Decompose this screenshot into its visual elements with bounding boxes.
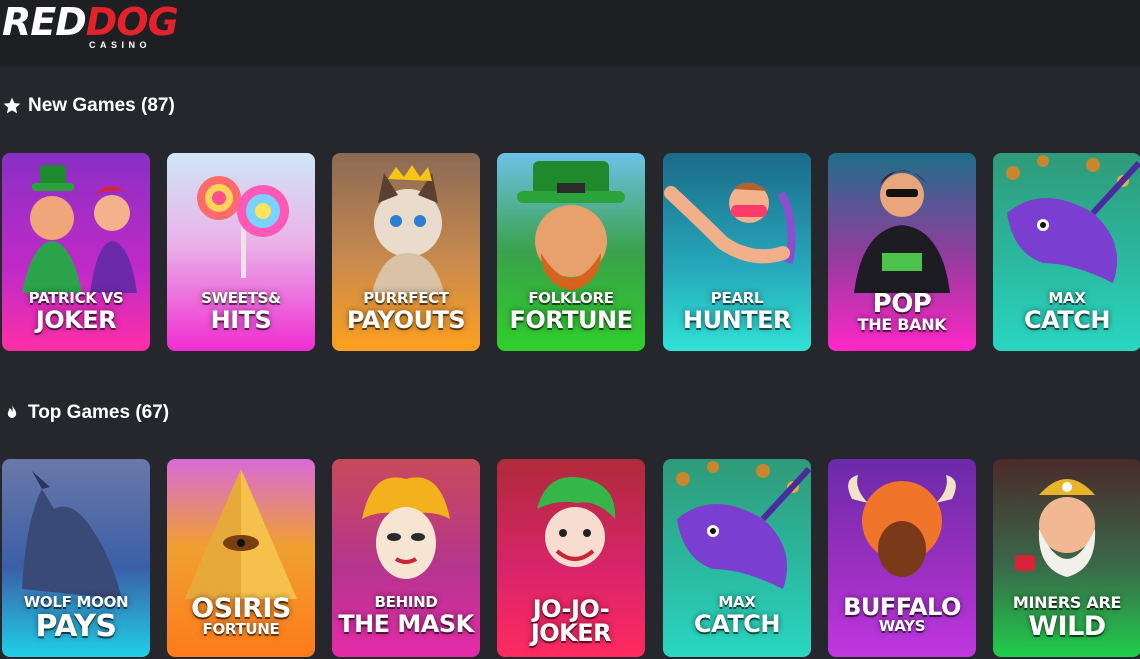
game-title-line1: PURRFECT	[363, 289, 449, 307]
logo-casino-text: CASINO	[86, 40, 155, 50]
game-card-folklore-fortune[interactable]: FOLKLORE FORTUNE	[497, 153, 645, 351]
game-title: MAX CATCH	[667, 593, 807, 638]
game-title-line1: WOLF MOON	[23, 593, 129, 611]
top-bar: REDDOG CASINO	[0, 0, 1140, 66]
game-title-line2: THE MASK	[338, 610, 474, 638]
game-title-line1: MAX	[1048, 289, 1086, 307]
game-title-line2: WAYS	[878, 617, 926, 635]
game-title: PURRFECT PAYOUTS	[336, 289, 476, 334]
top-games-heading[interactable]: Top Games (67)	[2, 400, 169, 426]
game-card-osiris-fortune[interactable]: OSIRIS FORTUNE	[167, 459, 315, 657]
reddog-logo[interactable]: REDDOG CASINO	[0, 2, 180, 50]
game-title: PATRICK VS JOKER	[6, 289, 146, 334]
game-card-jo-jo-joker[interactable]: JO-JO-JOKER	[497, 459, 645, 657]
game-card-patrick-vs-joker[interactable]: PATRICK VS JOKER	[2, 153, 150, 351]
logo-red-text: RED	[2, 0, 87, 44]
game-title: POP THE BANK	[832, 291, 972, 333]
new-games-heading[interactable]: New Games (87)	[2, 93, 175, 119]
game-title-line2: HUNTER	[683, 306, 791, 334]
game-title-line1: SWEETS&	[201, 289, 281, 307]
game-title-line1: POP	[872, 289, 932, 319]
game-title-line2: HITS	[210, 306, 272, 334]
game-title-line1: PATRICK VS	[28, 289, 124, 307]
game-title: FOLKLORE FORTUNE	[501, 289, 641, 334]
game-card-sweets-hits[interactable]: SWEETS& HITS	[167, 153, 315, 351]
game-title-line2: CATCH	[1024, 306, 1110, 334]
game-card-pearl-hunter[interactable]: PEARL HUNTER	[663, 153, 811, 351]
game-title-line1: FOLKLORE	[528, 289, 614, 307]
game-title-line2: JO-JO-JOKER	[530, 595, 612, 647]
game-title-line2: WILD	[1028, 611, 1106, 642]
game-title: BUFFALO WAYS	[832, 595, 972, 634]
game-title-line2: FORTUNE	[202, 620, 280, 638]
top-games-title: Top Games (67)	[28, 402, 170, 423]
game-title: OSIRIS FORTUNE	[171, 595, 311, 637]
game-title-line2: PAYS	[35, 609, 117, 644]
new-games-row: PATRICK VS JOKER SWEETS& HITS PURRFECT PAYO…	[0, 153, 1140, 353]
game-title-line1: MAX	[718, 593, 756, 611]
star-icon	[3, 97, 21, 114]
game-title: MAX CATCH	[997, 289, 1137, 334]
fire-icon	[7, 404, 17, 418]
logo-wordmark: REDDOG	[2, 0, 179, 44]
game-card-max-catch-top[interactable]: MAX CATCH	[663, 459, 811, 657]
game-title-line2: PAYOUTS	[346, 306, 466, 334]
game-card-purrfect-payouts[interactable]: PURRFECT PAYOUTS	[332, 153, 480, 351]
game-card-miners-are-wild[interactable]: MINERS ARE WILD	[993, 459, 1140, 657]
game-title-line1: OSIRIS	[191, 593, 291, 624]
new-games-title: New Games (87)	[28, 95, 175, 116]
game-title: BEHIND THE MASK	[336, 593, 476, 638]
game-title-line1: BEHIND	[374, 593, 438, 611]
game-title: JO-JO-JOKER	[501, 595, 641, 645]
game-title: SWEETS& HITS	[171, 289, 311, 334]
game-title: WOLF MOON PAYS	[6, 595, 146, 642]
game-card-max-catch[interactable]: MAX CATCH	[993, 153, 1140, 351]
game-title: PEARL HUNTER	[667, 289, 807, 334]
game-card-pop-the-bank[interactable]: POP THE BANK	[828, 153, 976, 351]
logo-dog-text: DOG	[85, 0, 179, 44]
game-title-line1: MINERS ARE	[1012, 593, 1122, 612]
top-games-row: WOLF MOON PAYS OSIRIS FORTUNE BEHIND THE MA…	[0, 459, 1140, 659]
game-card-behind-the-mask[interactable]: BEHIND THE MASK	[332, 459, 480, 657]
game-title-line2: JOKER	[35, 306, 117, 334]
game-title: MINERS ARE WILD	[997, 593, 1137, 642]
game-title-line1: PEARL	[710, 289, 764, 307]
game-card-wolf-moon-pays[interactable]: WOLF MOON PAYS	[2, 459, 150, 657]
game-title-line2: THE BANK	[857, 315, 947, 334]
game-title-line2: CATCH	[694, 610, 780, 638]
game-title-line2: FORTUNE	[509, 306, 633, 334]
game-card-buffalo-ways[interactable]: BUFFALO WAYS	[828, 459, 976, 657]
game-title-line1: BUFFALO	[843, 593, 961, 621]
